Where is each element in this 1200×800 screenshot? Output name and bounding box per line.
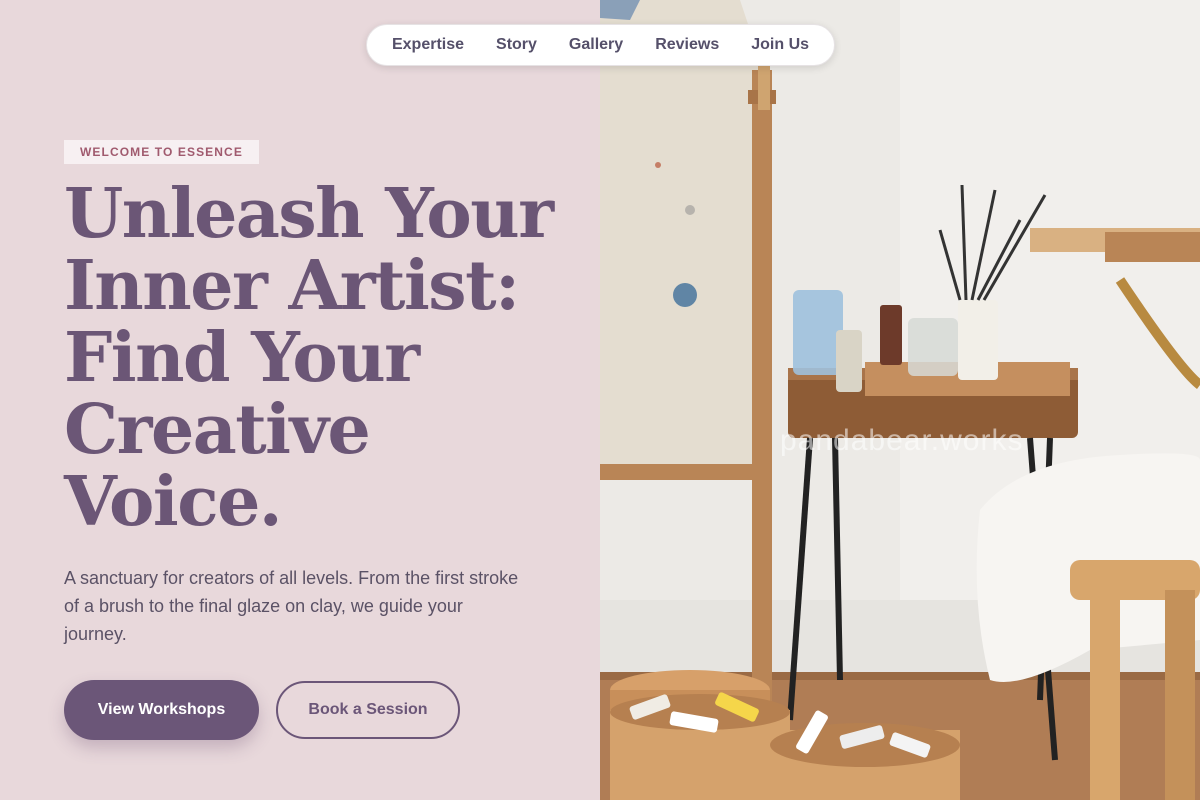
nav-reviews-link[interactable]: Reviews [655, 36, 719, 54]
hero-description: A sanctuary for creators of all levels. … [64, 568, 519, 644]
nav-join-us-link[interactable]: Join Us [751, 36, 809, 54]
book-session-button[interactable]: Book a Session [276, 681, 460, 739]
hero-headline: Unleash Your Inner Artist: Find Your Cre… [64, 174, 554, 542]
hero-eyebrow: WELCOME TO ESSENCE [64, 140, 259, 164]
nav-gallery-link[interactable]: Gallery [569, 36, 623, 54]
nav-story-link[interactable]: Story [496, 36, 537, 54]
art-studio-photo [600, 0, 1200, 800]
view-workshops-button[interactable]: View Workshops [64, 680, 259, 740]
hero-photo: pandabear.works [600, 0, 1200, 800]
top-nav: Expertise Story Gallery Reviews Join Us [366, 24, 835, 66]
nav-expertise-link[interactable]: Expertise [392, 36, 464, 54]
photo-watermark: pandabear.works [780, 424, 1024, 457]
